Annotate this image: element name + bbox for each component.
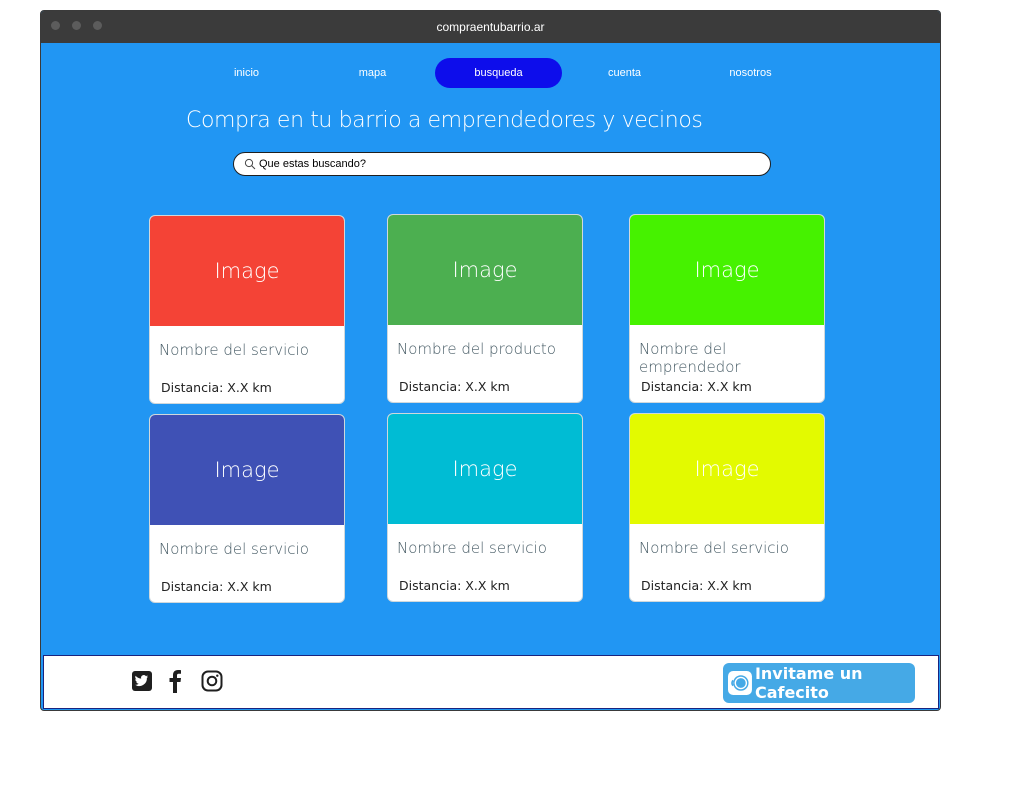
cafecito-logo-icon <box>728 671 752 695</box>
result-card[interactable]: Image Nombre del servicio Distancia: X.X… <box>149 414 345 603</box>
card-distance: Distancia: X.X km <box>161 579 272 594</box>
nav-item-mapa[interactable]: mapa <box>309 58 436 88</box>
footer: Invitame un Cafecito <box>43 655 939 709</box>
card-title: Nombre del servicio <box>159 341 309 359</box>
card-distance: Distancia: X.X km <box>641 379 752 394</box>
search-bar[interactable] <box>233 152 771 176</box>
card-title: Nombre del servicio <box>397 539 547 557</box>
page-headline: Compra en tu barrio a emprendedores y ve… <box>186 108 703 133</box>
instagram-icon[interactable] <box>199 666 225 696</box>
card-title: Nombre del emprendedor <box>639 340 741 376</box>
result-card[interactable]: Image Nombre del servicio Distancia: X.X… <box>149 215 345 404</box>
cafecito-button[interactable]: Invitame un Cafecito <box>723 663 915 703</box>
window-controls <box>51 21 102 30</box>
card-image: Image <box>630 414 824 524</box>
card-image: Image <box>150 216 344 326</box>
title-bar: compraentubarrio.ar <box>41 11 940 43</box>
search-input[interactable] <box>259 158 770 170</box>
window-title: compraentubarrio.ar <box>436 20 545 34</box>
result-card[interactable]: Image Nombre del servicio Distancia: X.X… <box>629 413 825 602</box>
result-card[interactable]: Image Nombre del servicio Distancia: X.X… <box>387 413 583 602</box>
maximize-dot[interactable] <box>93 21 102 30</box>
result-card[interactable]: Image Nombre del producto Distancia: X.X… <box>387 214 583 403</box>
minimize-dot[interactable] <box>72 21 81 30</box>
main-nav: inicio mapa busqueda cuenta nosotros <box>41 58 940 88</box>
card-distance: Distancia: X.X km <box>399 578 510 593</box>
card-title: Nombre del servicio <box>639 539 789 557</box>
nav-item-busqueda[interactable]: busqueda <box>435 58 562 88</box>
close-dot[interactable] <box>51 21 60 30</box>
card-image: Image <box>388 215 582 325</box>
search-icon <box>244 158 256 170</box>
nav-item-nosotros[interactable]: nosotros <box>687 58 814 88</box>
cafecito-label: Invitame un Cafecito <box>754 664 863 702</box>
card-image: Image <box>150 415 344 525</box>
card-image: Image <box>388 414 582 524</box>
card-title: Nombre del servicio <box>159 540 309 558</box>
card-image: Image <box>630 215 824 325</box>
nav-item-inicio[interactable]: inicio <box>183 58 310 88</box>
nav-item-cuenta[interactable]: cuenta <box>561 58 688 88</box>
card-title: Nombre del producto <box>397 340 556 358</box>
card-distance: Distancia: X.X km <box>399 379 510 394</box>
facebook-icon[interactable] <box>162 666 188 696</box>
card-distance: Distancia: X.X km <box>641 578 752 593</box>
result-card[interactable]: Image Nombre del emprendedor Distancia: … <box>629 214 825 403</box>
browser-window: compraentubarrio.ar inicio mapa busqueda… <box>40 10 941 711</box>
twitter-icon[interactable] <box>129 666 155 696</box>
card-distance: Distancia: X.X km <box>161 380 272 395</box>
